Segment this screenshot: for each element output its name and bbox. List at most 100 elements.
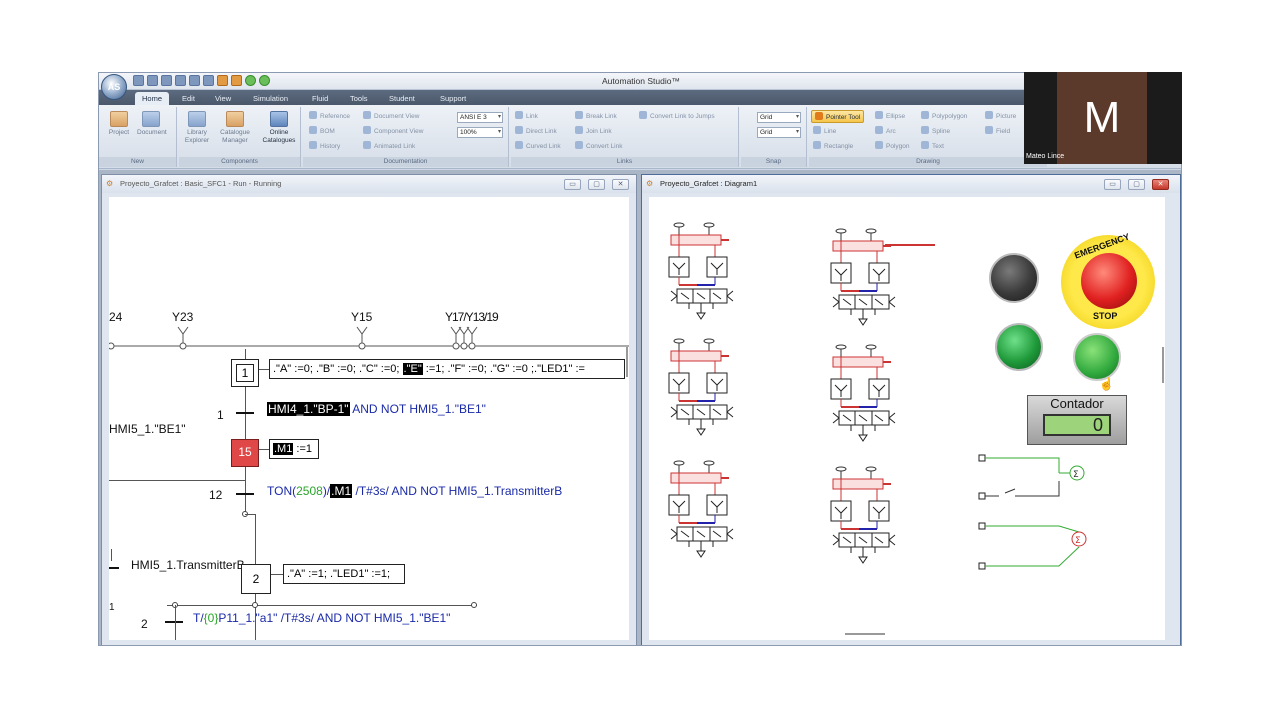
cursor-hand-icon: ☝ <box>1099 377 1114 391</box>
tab-support[interactable]: Support <box>433 92 473 105</box>
close-button[interactable]: ✕ <box>612 179 629 190</box>
snap-grid-select-2[interactable]: Grid <box>757 127 801 138</box>
emergency-stop-button[interactable] <box>1081 253 1137 309</box>
component-view-button[interactable]: Component View <box>363 125 423 138</box>
document-icon <box>142 111 160 127</box>
polygon-tool[interactable]: Polygon <box>875 140 910 153</box>
title-bar: AS Automation Studio™ <box>99 73 1181 100</box>
tab-student[interactable]: Student <box>382 92 422 105</box>
standard-select[interactable]: ANSI E 3 <box>457 112 503 123</box>
step-2-action[interactable]: ."A" :=1; ."LED1" :=1; <box>283 564 405 584</box>
line-tool[interactable]: Line <box>813 125 836 138</box>
break-link-icon <box>575 111 583 119</box>
convert-link-button[interactable]: Convert Link <box>575 140 623 153</box>
step-1-action[interactable]: ."A" :=0; ."B" :=0; ."C" :=0; ."E" :=1; … <box>269 359 625 379</box>
green-pushbutton[interactable] <box>1073 333 1121 381</box>
arc-icon <box>875 126 883 134</box>
sfc-link <box>111 549 112 561</box>
minimize-button[interactable]: ▭ <box>564 179 581 190</box>
maximize-button[interactable]: ▢ <box>1128 179 1145 190</box>
field-icon <box>985 126 993 134</box>
link-button[interactable]: Link <box>515 110 538 123</box>
catalogue-manager-button[interactable]: Catalogue Manager <box>217 111 253 145</box>
tab-simulation[interactable]: Simulation <box>246 92 295 105</box>
step-15-action[interactable]: .M1 :=1 <box>269 439 319 459</box>
curved-link-button[interactable]: Curved Link <box>515 140 561 153</box>
output-label: Y17/Y13/19 <box>445 310 499 324</box>
tab-fluid[interactable]: Fluid <box>305 92 335 105</box>
horizontal-scrollbar[interactable] <box>845 633 885 635</box>
black-pushbutton[interactable] <box>989 253 1039 303</box>
diagram-window-title: ⚙ Proyecto_Grafcet : Diagram1 <box>642 175 1180 193</box>
green-lamp[interactable] <box>995 323 1043 371</box>
tab-view[interactable]: View <box>208 92 238 105</box>
sfc-link <box>245 467 246 515</box>
spline-icon <box>921 126 929 134</box>
document-button[interactable]: Document <box>137 111 167 137</box>
ellipse-tool[interactable]: Ellipse <box>875 110 905 123</box>
animated-link-icon <box>363 141 371 149</box>
direct-link-icon <box>515 126 523 134</box>
group-documentation: Reference BOM History Document View Comp… <box>303 107 509 167</box>
transition-number: 2 <box>141 617 148 631</box>
sfc-action-link <box>259 449 269 450</box>
field-tool[interactable]: Field <box>985 125 1010 138</box>
app-menu-orb[interactable]: AS <box>101 74 127 100</box>
ribbon: Project Document New Library Explorer Ca… <box>99 105 1181 169</box>
maximize-button[interactable]: ▢ <box>588 179 605 190</box>
sfc-step-15[interactable]: 15 <box>231 439 259 467</box>
animated-link-button[interactable]: Animated Link <box>363 140 415 153</box>
sfc-transition-1[interactable] <box>236 412 254 414</box>
join-link-icon <box>575 126 583 134</box>
close-button[interactable]: ✕ <box>1152 179 1169 190</box>
arc-tool[interactable]: Arc <box>875 125 896 138</box>
transition-12-condition: TON(2508)/.M1 /T#3s/ AND NOT HMI5_1.Tran… <box>267 484 563 498</box>
pointer-tool-button[interactable]: Pointer Tool <box>811 110 865 123</box>
sfc-transition-side <box>109 567 119 569</box>
transition-number: 1 <box>217 408 224 422</box>
sfc-link <box>245 349 246 359</box>
counter-display-panel: Contador 0 <box>1027 395 1127 445</box>
grafcet-window: ⚙ Proyecto_Grafcet : Basic_SFC1 - Run - … <box>101 174 637 645</box>
document-view-button[interactable]: Document View <box>363 110 419 123</box>
tab-edit[interactable]: Edit <box>175 92 202 105</box>
spline-tool[interactable]: Spline <box>921 125 950 138</box>
grafcet-canvas[interactable]: 24 Y23 Y15 Y17/Y13/19 1 ."A":=0; ."B":… <box>109 197 629 640</box>
library-explorer-button[interactable]: Library Explorer <box>183 111 211 145</box>
bom-button[interactable]: BOM <box>309 125 335 138</box>
project-button[interactable]: Project <box>105 111 133 137</box>
tab-home[interactable]: Home <box>135 92 170 105</box>
break-link-button[interactable]: Break Link <box>575 110 617 123</box>
sfc-step-2[interactable]: 2 <box>241 564 271 594</box>
polypolygon-tool[interactable]: Polypolygon <box>921 110 967 123</box>
join-link-button[interactable]: Join Link <box>575 125 612 138</box>
sfc-step-1[interactable]: 1 <box>231 359 259 387</box>
jumps-icon <box>639 111 647 119</box>
vertical-scrollbar[interactable] <box>1162 347 1164 383</box>
picture-tool[interactable]: Picture <box>985 110 1016 123</box>
sfc-link <box>109 480 245 481</box>
rectangle-tool[interactable]: Rectangle <box>813 140 853 153</box>
reference-button[interactable]: Reference <box>309 110 350 123</box>
vertical-scrollbar[interactable] <box>626 347 628 377</box>
project-icon <box>110 111 128 127</box>
group-components: Library Explorer Catalogue Manager Onlin… <box>179 107 301 167</box>
text-tool[interactable]: Text <box>921 140 944 153</box>
component-view-icon <box>363 126 371 134</box>
history-icon <box>309 141 317 149</box>
minimize-button[interactable]: ▭ <box>1104 179 1121 190</box>
sfc-transition-2[interactable] <box>165 621 183 623</box>
zoom-select[interactable]: 100% <box>457 127 503 138</box>
sfc-link <box>167 605 477 606</box>
snap-grid-select-1[interactable]: Grid <box>757 112 801 123</box>
sfc-action-link <box>259 369 269 370</box>
diagram-canvas[interactable]: Σ Σ ☝ EMERGENCY STOP Contador 0 <box>649 197 1165 640</box>
link-icon <box>515 111 523 119</box>
convert-link-to-jumps-button[interactable]: Convert Link to Jumps <box>639 110 715 123</box>
sfc-transition-12[interactable] <box>236 493 254 495</box>
online-catalogues-button[interactable]: Online Catalogues <box>259 111 299 145</box>
direct-link-button[interactable]: Direct Link <box>515 125 557 138</box>
online-catalogues-icon <box>270 111 288 127</box>
tab-tools[interactable]: Tools <box>343 92 375 105</box>
history-button[interactable]: History <box>309 140 340 153</box>
